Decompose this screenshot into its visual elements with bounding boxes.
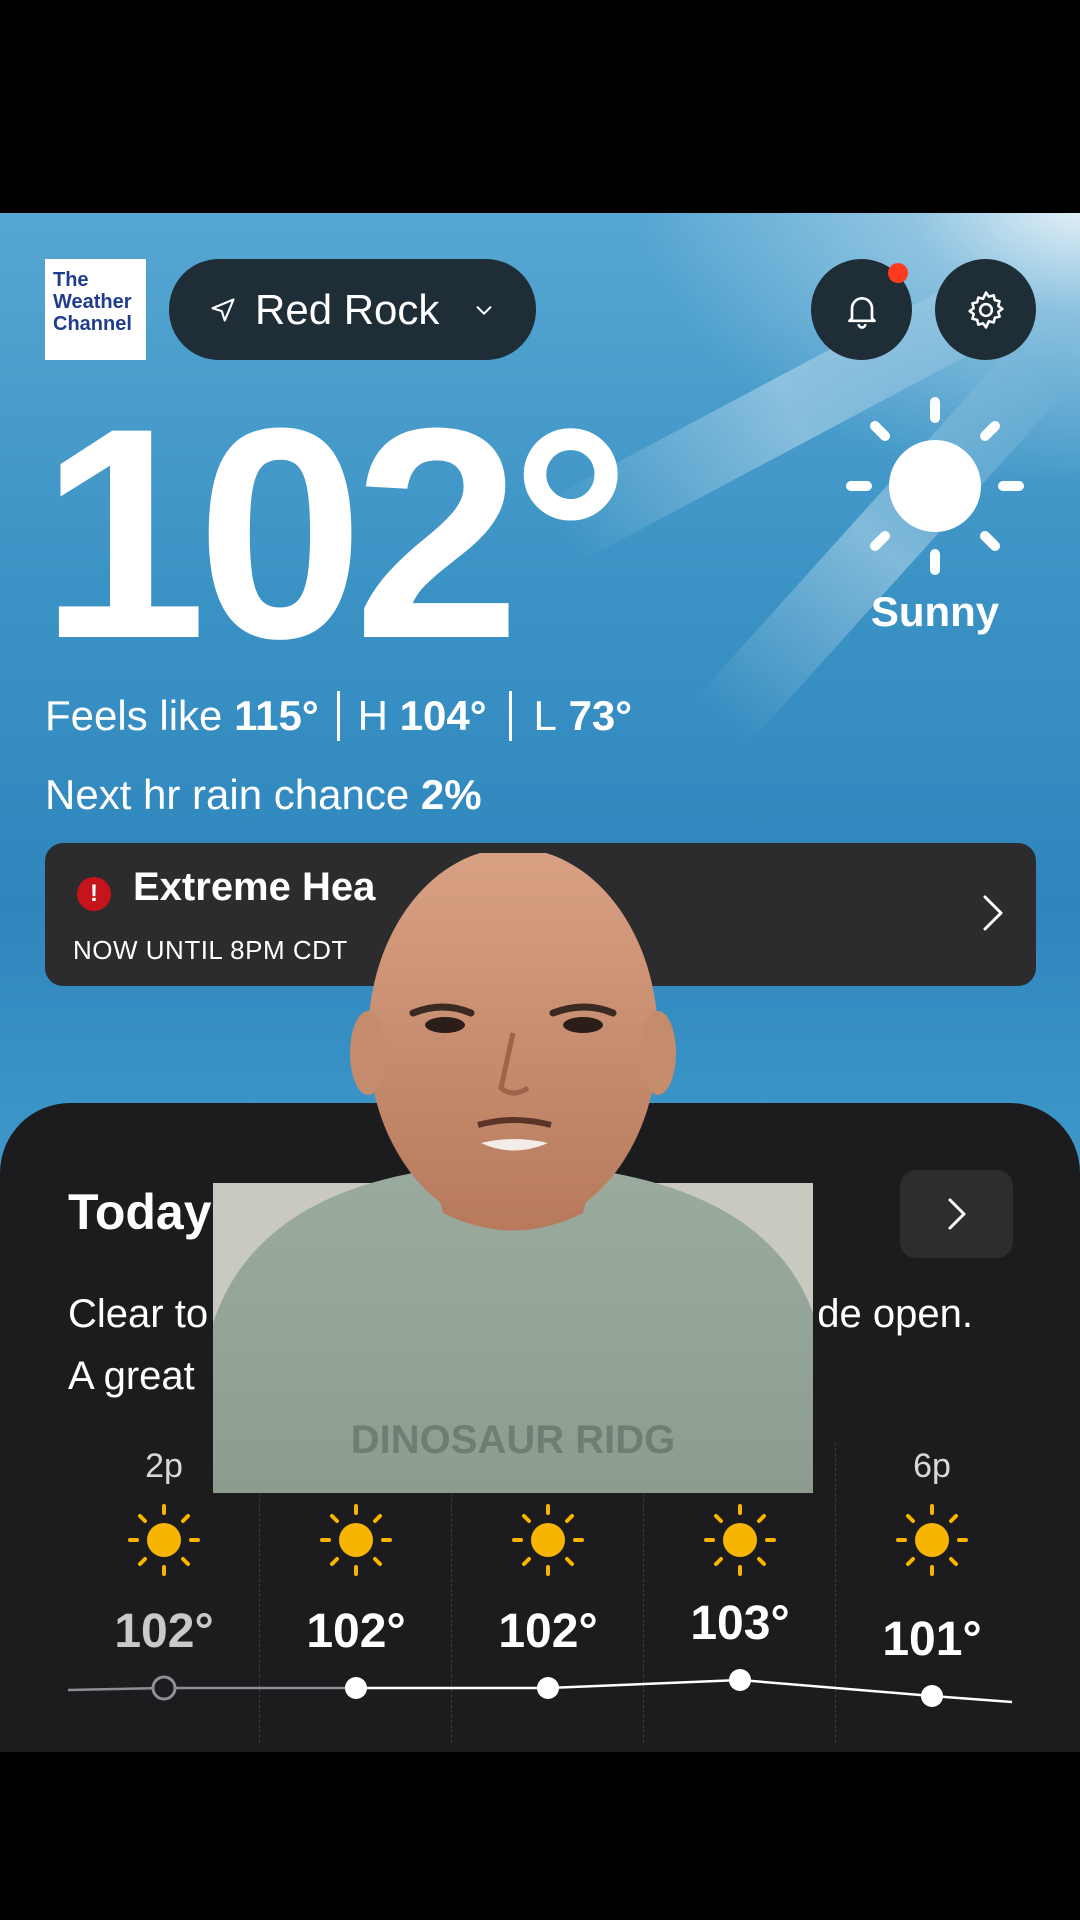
chevron-right-icon <box>983 895 1003 931</box>
trend-point <box>921 1685 943 1707</box>
description-end: de open. <box>817 1292 973 1336</box>
feels-like-label: Feels like <box>45 692 223 739</box>
description-start: Clear to <box>68 1292 209 1336</box>
trend-point <box>537 1677 559 1699</box>
chevron-right-icon <box>948 1198 965 1230</box>
rain-chance-row: Next hr rain chance 2% <box>45 771 482 819</box>
feels-like-row: Feels like 115° H 104° L 73° <box>45 691 632 741</box>
bottom-area <box>0 1752 1080 1920</box>
high-value: 104° <box>399 692 487 739</box>
exclamation-icon: ! <box>77 877 111 911</box>
feels-like-value: 115° <box>234 692 319 739</box>
trend-point <box>729 1669 751 1691</box>
trend-past-segment <box>67 1686 356 1692</box>
weather-channel-logo[interactable]: The Weather Channel <box>45 259 146 360</box>
presenter-image: DINOSAUR RIDG <box>213 848 813 1493</box>
low-label: L <box>533 692 557 739</box>
divider <box>508 691 512 741</box>
rain-value: 2% <box>420 771 482 818</box>
today-title: Today <box>68 1184 212 1240</box>
settings-button[interactable] <box>935 259 1036 360</box>
trend-point <box>345 1677 367 1699</box>
divider <box>336 691 340 741</box>
condition-label: Sunny <box>870 588 1000 635</box>
rain-label: Next hr rain chance <box>45 771 410 818</box>
today-details-button[interactable] <box>900 1170 1013 1258</box>
location-name: Red Rock <box>255 285 440 333</box>
presenter-video-overlay: DINOSAUR RIDG <box>213 848 813 1493</box>
notification-badge <box>888 263 908 283</box>
bell-icon <box>847 296 876 329</box>
logo-text: Weather <box>53 291 132 313</box>
trend-future-segment <box>356 1678 1013 1704</box>
sunny-icon <box>846 397 1024 575</box>
status-area <box>0 0 1080 213</box>
location-selector[interactable]: Red Rock <box>169 259 536 360</box>
gear-icon <box>967 290 1004 329</box>
notifications-button[interactable] <box>811 259 912 360</box>
trend-point <box>151 1675 177 1701</box>
shirt-print: DINOSAUR RIDG <box>351 1418 675 1462</box>
logo-text: Channel <box>53 313 132 335</box>
high-label: H <box>357 692 388 739</box>
chevron-down-icon <box>476 305 492 315</box>
low-value: 73° <box>568 692 633 739</box>
logo-text: The <box>53 269 89 291</box>
current-temperature: 102° <box>40 365 631 701</box>
location-arrow-icon <box>211 297 235 322</box>
